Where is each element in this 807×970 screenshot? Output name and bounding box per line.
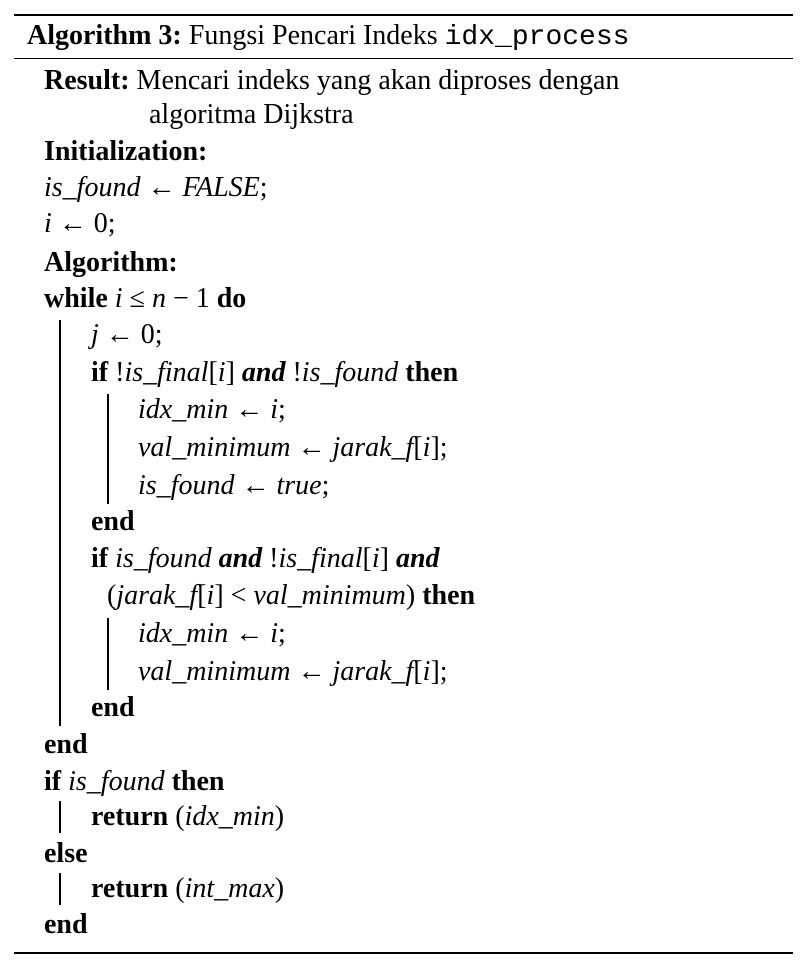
result-text-2: algoritma Dijkstra [149,99,354,130]
if2-body-line-1: idx_min ← i; [138,618,286,649]
bottom-rule [14,952,793,954]
if1-end: end [91,506,135,537]
while-block-bar [59,320,61,726]
j-init-line: j ← 0; [91,319,163,350]
else-block-bar [59,873,61,905]
result-line-1: Result: Mencari indeks yang akan diprose… [44,64,619,98]
init-line-2: i ← 0; [44,208,116,239]
if1-line: if !is_final[i] and !is_found then [91,357,459,388]
algorithm-label: Algorithm 3: [27,20,182,51]
header-rule [14,58,793,59]
algorithm-section-label: Algorithm: [44,247,178,278]
else-keyword: else [44,838,88,869]
algorithm-header: Algorithm 3: Fungsi Pencari Indeks idx_p… [27,19,629,55]
if2-continuation-line: (jarak_f[i] < val_minimum) then [107,580,476,611]
result-label: Result: [44,65,130,96]
if3-block-bar [59,801,61,833]
if1-body-line-1: idx_min ← i; [138,394,286,425]
if1-block-bar [107,394,109,504]
if1-body-line-2: val_minimum ← jarak_f[i]; [138,432,448,463]
if2-end: end [91,692,135,723]
function-name: idx_process [444,22,630,53]
result-line-2: algoritma Dijkstra [149,98,354,132]
while-line: while i ≤ n − 1 do [44,283,247,314]
result-text-1: Mencari indeks yang akan diproses dengan [136,65,620,96]
if2-body-line-2: val_minimum ← jarak_f[i]; [138,656,448,687]
initialization-label: Initialization: [44,136,208,167]
top-rule [14,14,793,16]
if1-body-line-3: is_found ← true; [138,470,330,501]
algorithm-title: Fungsi Pencari Indeks [188,20,438,51]
init-line-1: is_found ← FALSE; [44,172,268,203]
return-line-1: return (idx_min) [91,801,285,832]
if2-block-bar [107,618,109,690]
final-end: end [44,909,88,940]
return-line-2: return (int_max) [91,873,285,904]
while-end: end [44,729,88,760]
if3-line: if is_found then [44,766,225,797]
if2-line: if is_found and !is_final[i] and [91,543,440,574]
